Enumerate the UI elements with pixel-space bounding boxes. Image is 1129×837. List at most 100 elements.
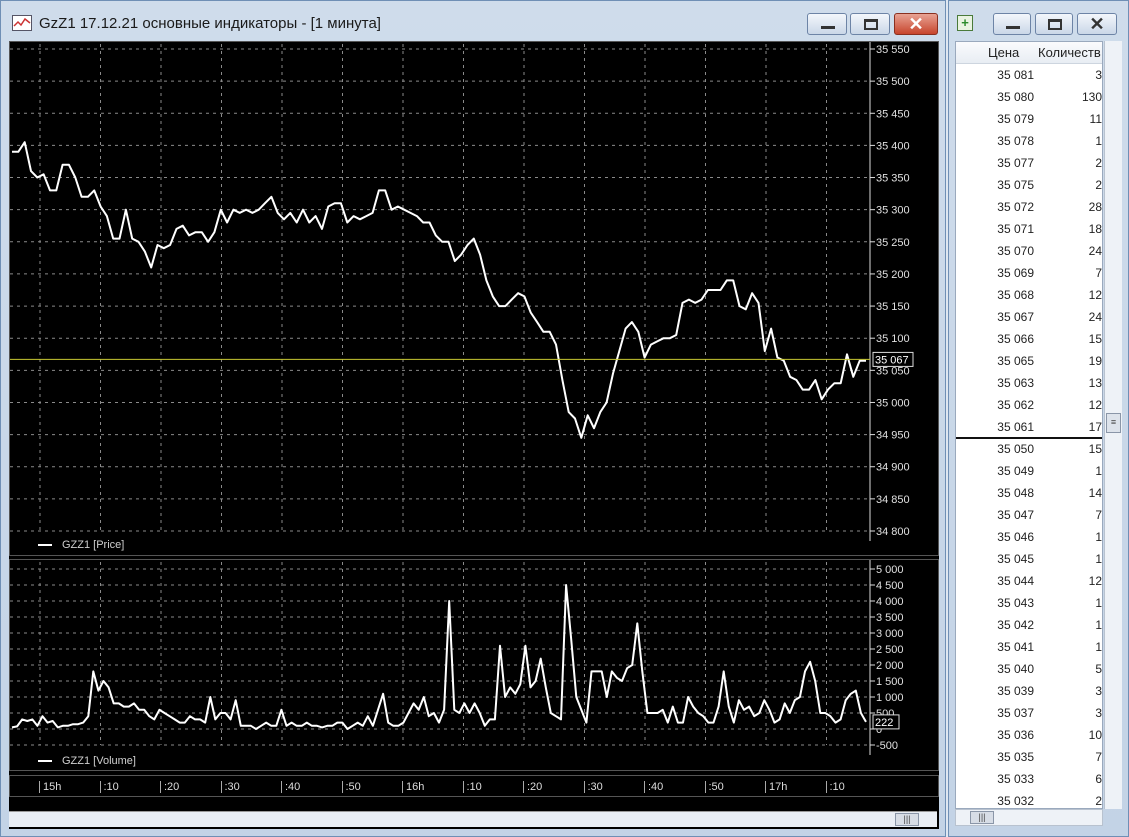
row-quantity: 3 <box>1095 68 1102 82</box>
ask-row[interactable]: 35 079 11 <box>956 108 1102 130</box>
y-tick-label: 35 150 <box>876 301 910 313</box>
chart-title-bar[interactable]: GzZ1 17.12.21 основные индикаторы - [1 м… <box>1 1 945 39</box>
ask-row[interactable]: 35 065 19 <box>956 350 1102 372</box>
row-quantity: 10 <box>1088 728 1102 742</box>
ask-row[interactable]: 35 063 13 <box>956 372 1102 394</box>
chart-horizontal-scrollbar[interactable]: ||| <box>9 811 937 827</box>
row-quantity: 1 <box>1095 552 1102 566</box>
order-book-vertical-scrollbar[interactable]: ≡ <box>1104 41 1122 809</box>
close-icon: ✕ <box>1089 14 1105 34</box>
row-price: 35 049 <box>997 464 1034 478</box>
ask-row[interactable]: 35 078 1 <box>956 130 1102 152</box>
row-price: 35 070 <box>997 244 1034 258</box>
chart-window-title: GzZ1 17.12.21 основные индикаторы - [1 м… <box>39 15 381 32</box>
row-price: 35 033 <box>997 772 1034 786</box>
y-tick-label: 35 100 <box>876 333 910 345</box>
bid-row[interactable]: 35 033 6 <box>956 768 1102 790</box>
time-axis-label: :10 <box>99 781 119 793</box>
time-axis-label: :10 <box>825 781 845 793</box>
y-tick-label: 35 200 <box>876 269 910 281</box>
row-price: 35 065 <box>997 354 1034 368</box>
row-price: 35 061 <box>997 420 1034 434</box>
order-book-scrollbar-thumb[interactable]: ≡ <box>1106 413 1121 433</box>
row-price: 35 063 <box>997 376 1034 390</box>
row-price: 35 035 <box>997 750 1034 764</box>
bid-row[interactable]: 35 049 1 <box>956 460 1102 482</box>
chart-scrollbar-thumb[interactable]: ||| <box>895 813 919 826</box>
y-tick-label: 34 850 <box>876 494 910 506</box>
maximize-icon <box>1048 19 1062 30</box>
header-price[interactable]: Цена <box>988 45 1019 60</box>
price-legend-label: GZZ1 [Price] <box>62 539 125 551</box>
ask-row[interactable]: 35 077 2 <box>956 152 1102 174</box>
time-axis-label: 17h <box>765 781 787 793</box>
bid-row[interactable]: 35 032 2 <box>956 790 1102 808</box>
ask-row[interactable]: 35 072 28 <box>956 196 1102 218</box>
y-tick-label: 2 500 <box>876 644 904 656</box>
bid-row[interactable]: 35 044 12 <box>956 570 1102 592</box>
bid-row[interactable]: 35 047 7 <box>956 504 1102 526</box>
maximize-button[interactable] <box>850 13 890 35</box>
volume-chart[interactable]: 5 000 4 500 4 000 3 500 3 000 2 500 2 000 1 500… <box>10 560 938 770</box>
ask-row[interactable]: 35 061 17 <box>956 416 1102 438</box>
row-price: 35 080 <box>997 90 1034 104</box>
row-quantity: 17 <box>1088 420 1102 434</box>
bid-row[interactable]: 35 037 3 <box>956 702 1102 724</box>
ask-row[interactable]: 35 062 12 <box>956 394 1102 416</box>
minimize-button[interactable] <box>807 13 847 35</box>
y-tick-label: 1 500 <box>876 676 904 688</box>
ask-row[interactable]: 35 071 18 <box>956 218 1102 240</box>
book-minimize-button[interactable] <box>993 13 1031 35</box>
bid-row[interactable]: 35 040 5 <box>956 658 1102 680</box>
bid-row[interactable]: 35 046 1 <box>956 526 1102 548</box>
ask-row[interactable]: 35 070 24 <box>956 240 1102 262</box>
ask-row[interactable]: 35 081 3 <box>956 64 1102 86</box>
ask-row[interactable]: 35 067 24 <box>956 306 1102 328</box>
price-legend: GZZ1 [Price] <box>38 539 124 551</box>
row-price: 35 046 <box>997 530 1034 544</box>
book-maximize-button[interactable] <box>1035 13 1073 35</box>
ask-row[interactable]: 35 068 12 <box>956 284 1102 306</box>
row-quantity: 12 <box>1088 574 1102 588</box>
y-tick-label: 35 250 <box>876 237 910 249</box>
bid-row[interactable]: 35 048 14 <box>956 482 1102 504</box>
row-price: 35 072 <box>997 200 1034 214</box>
bid-row[interactable]: 35 035 7 <box>956 746 1102 768</box>
row-price: 35 044 <box>997 574 1034 588</box>
y-tick-label: -500 <box>876 740 898 752</box>
order-book-add-icon[interactable]: + <box>957 15 973 31</box>
bid-row[interactable]: 35 039 3 <box>956 680 1102 702</box>
order-book-hscroll-thumb[interactable]: ||| <box>970 811 994 824</box>
volume-series-line <box>11 584 867 730</box>
ask-row[interactable]: 35 075 2 <box>956 174 1102 196</box>
row-quantity: 28 <box>1088 200 1102 214</box>
ask-row[interactable]: 35 066 15 <box>956 328 1102 350</box>
volume-pane[interactable]: 5 000 4 500 4 000 3 500 3 000 2 500 2 000 1 500… <box>9 559 939 771</box>
order-book-window: + ✕ Цена Количеств 35 081 3 35 080 130 35 07… <box>948 0 1129 837</box>
row-quantity: 19 <box>1088 354 1102 368</box>
bid-row[interactable]: 35 045 1 <box>956 548 1102 570</box>
price-pane[interactable]: 35 550 35 500 35 450 35 400 35 350 35 300 35 2… <box>9 41 939 556</box>
row-quantity: 130 <box>1081 90 1102 104</box>
row-quantity: 24 <box>1088 244 1102 258</box>
bid-row[interactable]: 35 036 10 <box>956 724 1102 746</box>
time-axis-label: 16h <box>402 781 424 793</box>
price-legend-swatch <box>38 544 52 547</box>
order-book-horizontal-scrollbar[interactable]: ||| <box>955 809 1103 826</box>
bid-row[interactable]: 35 043 1 <box>956 592 1102 614</box>
close-button[interactable]: ✕ <box>894 13 938 35</box>
ask-row[interactable]: 35 069 7 <box>956 262 1102 284</box>
current-volume-label: 222 <box>875 717 893 729</box>
bid-row[interactable]: 35 042 1 <box>956 614 1102 636</box>
time-axis-label: :10 <box>462 781 482 793</box>
bid-row[interactable]: 35 050 15 <box>956 438 1102 460</box>
row-price: 35 081 <box>997 68 1034 82</box>
header-quantity[interactable]: Количеств <box>1038 45 1101 60</box>
y-tick-label: 35 350 <box>876 173 910 185</box>
bid-row[interactable]: 35 041 1 <box>956 636 1102 658</box>
price-chart[interactable]: 35 550 35 500 35 450 35 400 35 350 35 300 35 2… <box>10 42 938 555</box>
book-close-button[interactable]: ✕ <box>1077 13 1117 35</box>
minimize-icon <box>1006 26 1020 29</box>
ask-row[interactable]: 35 080 130 <box>956 86 1102 108</box>
y-tick-label: 35 050 <box>876 365 910 377</box>
